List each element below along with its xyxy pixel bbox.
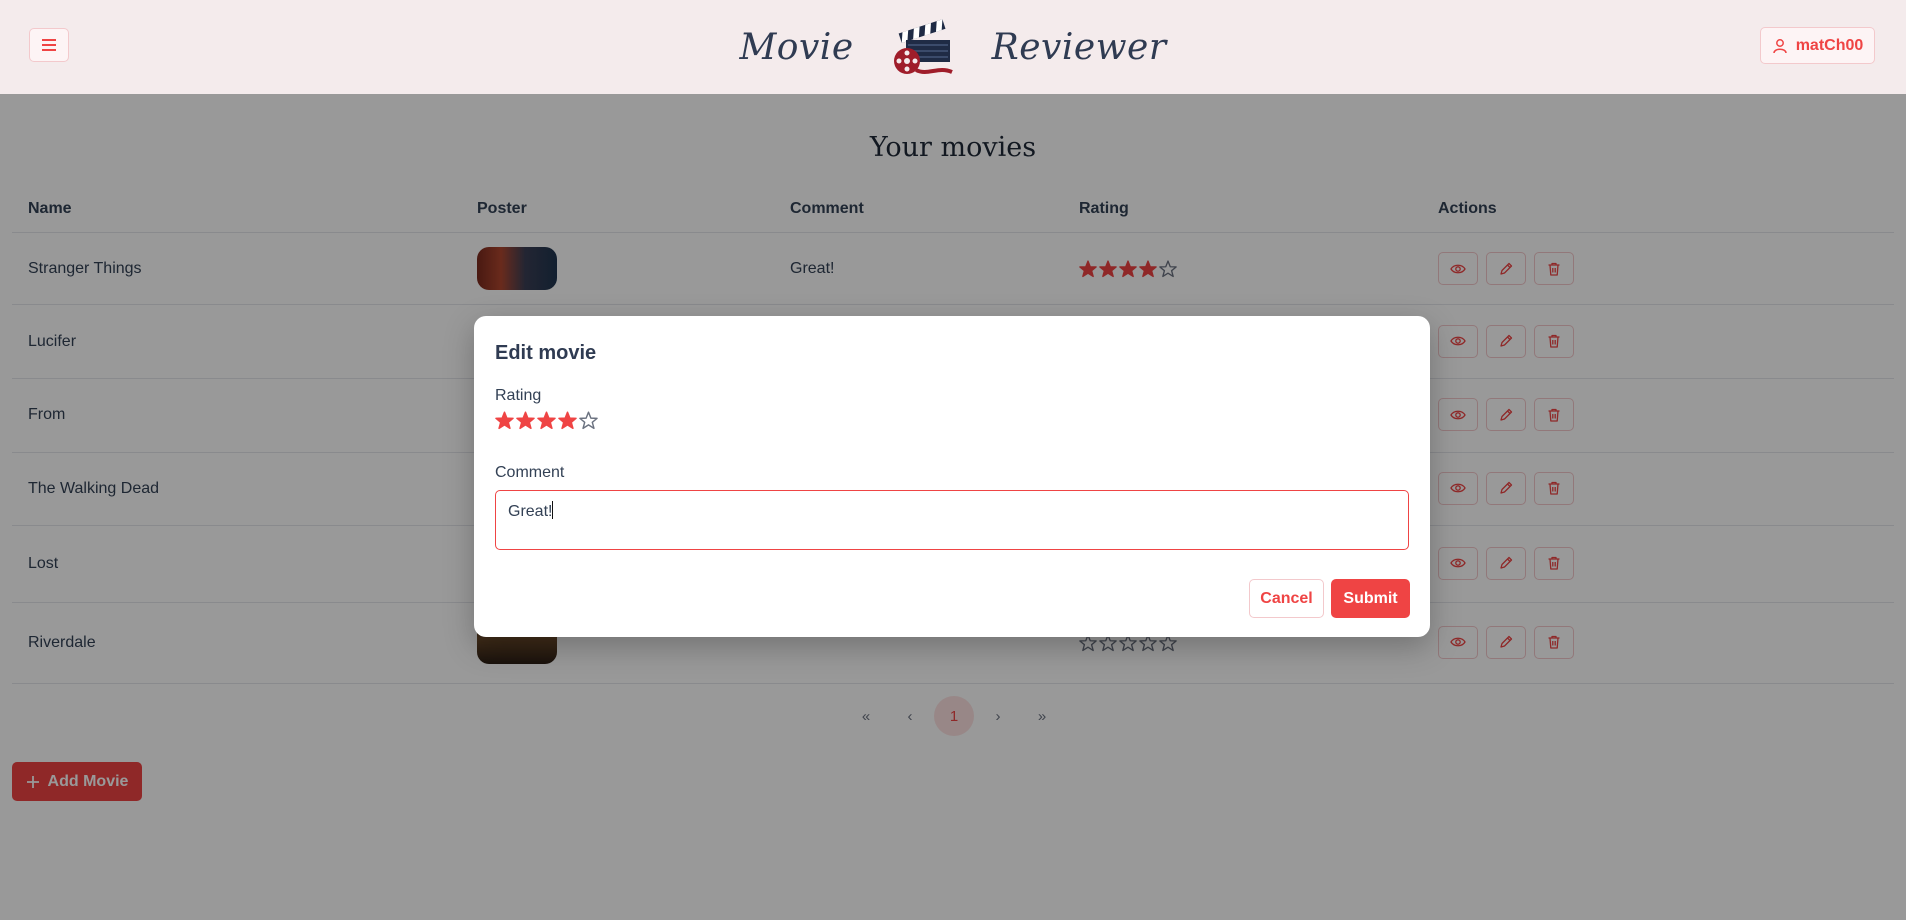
user-button[interactable]: matCh00 [1760,27,1875,64]
user-name: matCh00 [1795,36,1864,54]
star-filled-icon[interactable] [495,411,514,430]
submit-button[interactable]: Submit [1331,579,1410,618]
brand-left: Movie [739,26,854,68]
rating-label: Rating [495,387,542,404]
edit-movie-dialog: Edit movie Rating Comment Great! Cancel … [474,316,1430,637]
user-icon [1772,38,1787,53]
comment-label: Comment [495,464,565,481]
star-filled-icon[interactable] [537,411,556,430]
comment-textarea[interactable]: Great! [495,490,1409,550]
comment-value: Great! [508,503,553,520]
text-cursor [552,501,554,519]
dialog-title: Edit movie [495,342,597,364]
star-filled-icon[interactable] [558,411,577,430]
clapperboard-logo [893,19,953,74]
star-empty-icon[interactable] [579,411,598,430]
cancel-button[interactable]: Cancel [1249,579,1324,618]
star-filled-icon[interactable] [516,411,535,430]
brand: Movie Reviewer [0,0,1906,94]
top-bar: Movie Reviewer matCh00 [0,0,1906,94]
brand-right: Reviewer [991,26,1167,68]
rating-input [495,411,598,430]
